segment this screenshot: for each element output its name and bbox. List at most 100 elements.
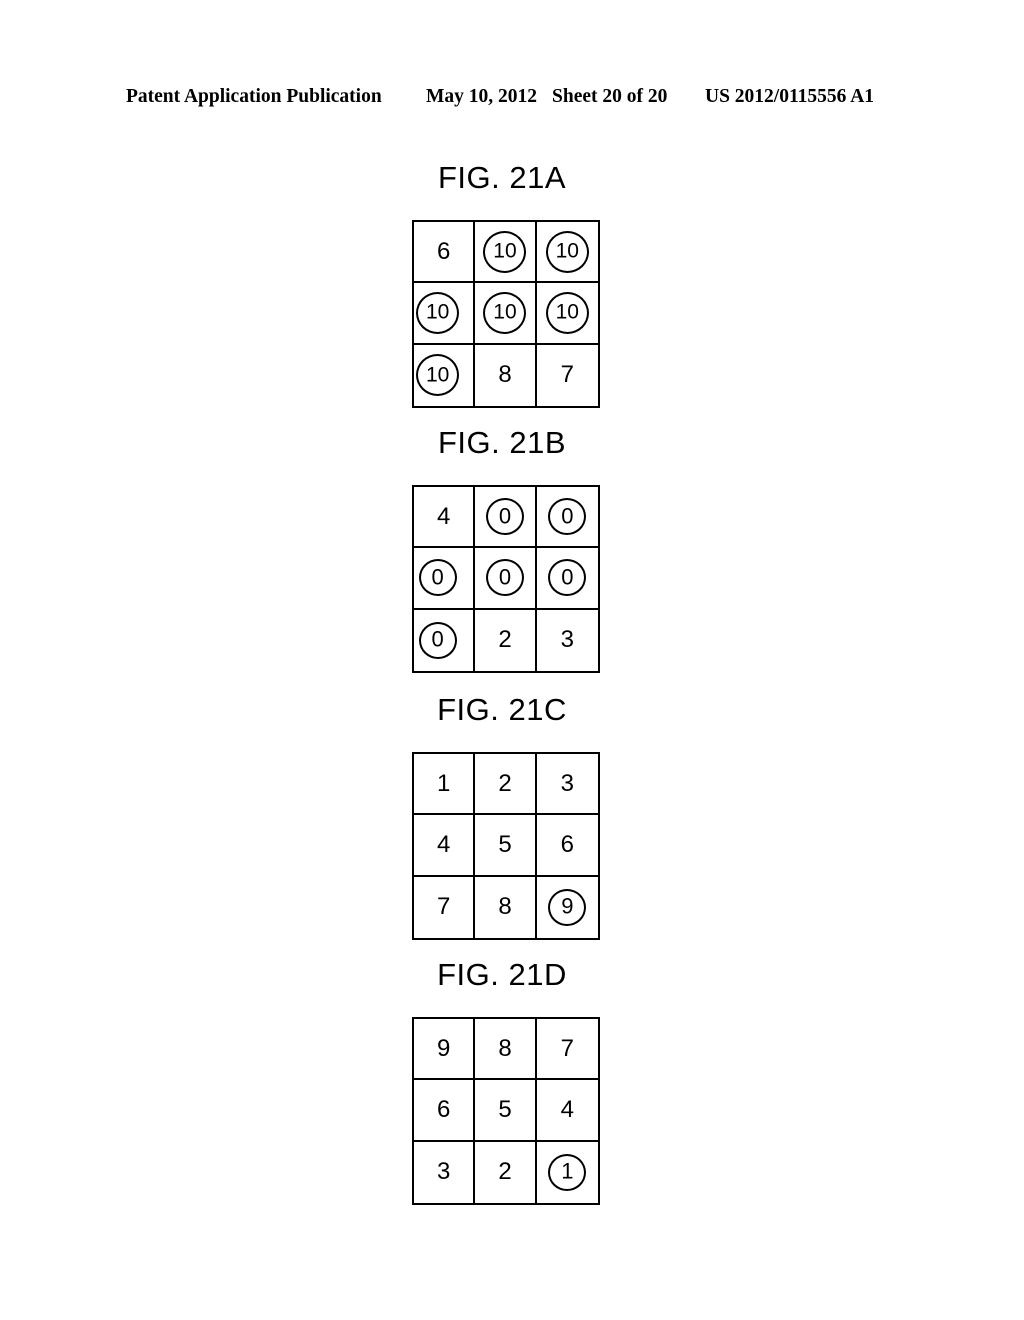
grid-cell[interactable]: 10 (536, 222, 598, 284)
grid-cell[interactable]: 0 (414, 548, 476, 610)
figure-title: FIG. 21A (0, 160, 1024, 196)
grid-cell[interactable]: 10 (475, 222, 537, 284)
grid-cell-value: 6 (560, 830, 574, 858)
figure-title-text: FIG. 21B (437, 425, 567, 460)
grid-cell[interactable]: 0 (475, 548, 537, 610)
grid-cell[interactable]: 4 (536, 1080, 598, 1142)
figure-grid: 4 0 0 0 0 0 0 2 3 (412, 485, 600, 673)
circle-marker-icon: 0 (418, 621, 457, 659)
grid-cell-value: 10 (555, 239, 579, 263)
grid-cell-value: 0 (561, 564, 574, 590)
grid-cell[interactable]: 6 (414, 222, 476, 284)
grid-cell-value: 10 (425, 300, 450, 324)
grid-cell[interactable]: 10 (536, 283, 598, 345)
grid-cell-value: 2 (498, 769, 512, 797)
grid-cell[interactable]: 8 (475, 876, 537, 938)
header-publication-label: Patent Application Publication (126, 86, 382, 107)
figure-title-text: FIG. 21D (437, 957, 567, 992)
grid-cell[interactable]: 0 (536, 487, 598, 549)
grid-cell-value: 0 (498, 503, 512, 529)
grid-cell[interactable]: 8 (475, 344, 537, 406)
grid-cell-value: 9 (436, 1034, 451, 1062)
header-date-label: May 10, 2012 (426, 86, 538, 107)
grid-cell-value: 7 (560, 1034, 574, 1062)
grid-cell-value: 3 (436, 1158, 451, 1186)
circle-marker-icon: 1 (548, 1153, 587, 1191)
grid-cell[interactable]: 0 (414, 609, 476, 671)
grid-cell[interactable]: 8 (475, 1019, 537, 1081)
grid-cell[interactable]: 3 (537, 610, 598, 671)
circle-marker-icon: 0 (548, 498, 587, 536)
grid-cell-value: 5 (498, 1095, 512, 1123)
grid-cell-value: 8 (498, 893, 512, 921)
grid-cell[interactable]: 1 (414, 754, 476, 816)
grid-cell-value: 8 (498, 1034, 512, 1062)
grid-cell-value: 10 (493, 239, 517, 263)
grid-cell[interactable]: 1 (537, 1142, 598, 1203)
grid-cell-value: 0 (498, 564, 512, 590)
grid-cell-value: 3 (560, 626, 574, 654)
grid-cell-value: 0 (431, 626, 444, 652)
grid-cell[interactable]: 7 (414, 876, 476, 938)
grid-cell[interactable]: 0 (536, 548, 598, 610)
grid-cell-value: 1 (436, 769, 451, 797)
circle-marker-icon: 10 (416, 291, 460, 334)
grid-cell-value: 2 (498, 1158, 512, 1186)
grid-cell[interactable]: 4 (414, 815, 476, 877)
grid-cell[interactable]: 0 (475, 487, 537, 549)
grid-cell-value: 4 (436, 830, 451, 858)
circle-marker-icon: 10 (545, 230, 589, 273)
grid-cell[interactable]: 10 (414, 283, 476, 345)
grid-cell[interactable]: 5 (475, 815, 537, 877)
grid-cell[interactable]: 7 (537, 345, 598, 406)
circle-marker-icon: 0 (485, 559, 524, 597)
figure-title: FIG. 21D (0, 957, 1024, 993)
header-document-number-label: US 2012/0115556 A1 (705, 86, 875, 107)
grid-cell-value: 5 (498, 830, 512, 858)
circle-marker-icon: 0 (418, 559, 457, 597)
grid-cell-value: 10 (555, 300, 579, 324)
grid-cell-value: 10 (493, 300, 517, 324)
grid-cell[interactable]: 10 (475, 283, 537, 345)
grid-cell[interactable]: 2 (475, 1141, 537, 1203)
figure-title-text: FIG. 21C (437, 692, 567, 727)
grid-cell-value: 8 (498, 361, 512, 389)
circle-marker-icon: 9 (548, 888, 587, 926)
grid-cell[interactable]: 10 (414, 344, 476, 406)
header-sheet-label: Sheet 20 of 20 (552, 86, 668, 107)
grid-cell-value: 2 (498, 626, 512, 654)
grid-cell-value: 3 (560, 769, 574, 797)
circle-marker-icon: 10 (545, 291, 589, 334)
figure-grid: 1 2 3 4 5 6 7 8 9 (412, 752, 600, 940)
grid-cell[interactable]: 4 (414, 487, 476, 549)
circle-marker-icon: 10 (483, 291, 527, 334)
grid-cell-value: 6 (436, 1095, 451, 1123)
grid-cell[interactable]: 2 (475, 754, 537, 816)
grid-cell[interactable]: 5 (475, 1080, 537, 1142)
grid-cell-value: 1 (561, 1158, 574, 1184)
grid-cell-value: 10 (425, 363, 450, 387)
grid-cell[interactable]: 3 (536, 754, 598, 816)
figure-title: FIG. 21B (0, 425, 1024, 461)
figure-title: FIG. 21C (0, 692, 1024, 728)
grid-cell-value: 0 (431, 564, 444, 590)
grid-cell[interactable]: 6 (536, 815, 598, 877)
grid-cell[interactable]: 2 (475, 609, 537, 671)
circle-marker-icon: 0 (548, 559, 587, 597)
grid-cell-value: 6 (436, 237, 451, 265)
circle-marker-icon: 0 (485, 498, 524, 536)
grid-cell-value: 9 (561, 893, 574, 919)
figure-grid: 9 8 7 6 5 4 3 2 1 (412, 1017, 600, 1205)
grid-cell-value: 7 (436, 893, 451, 921)
grid-cell[interactable]: 6 (414, 1080, 476, 1142)
grid-cell[interactable]: 9 (537, 877, 598, 938)
grid-cell-value: 0 (561, 503, 574, 529)
grid-cell-value: 7 (560, 361, 574, 389)
page-header: Patent Application Publication May 10, 2… (0, 86, 1024, 112)
circle-marker-icon: 10 (483, 230, 527, 273)
figure-grid: 6 10 10 10 10 10 10 8 7 (412, 220, 600, 408)
grid-cell[interactable]: 9 (414, 1019, 476, 1081)
grid-cell[interactable]: 3 (414, 1141, 476, 1203)
grid-cell-value: 4 (560, 1095, 574, 1123)
grid-cell[interactable]: 7 (536, 1019, 598, 1081)
